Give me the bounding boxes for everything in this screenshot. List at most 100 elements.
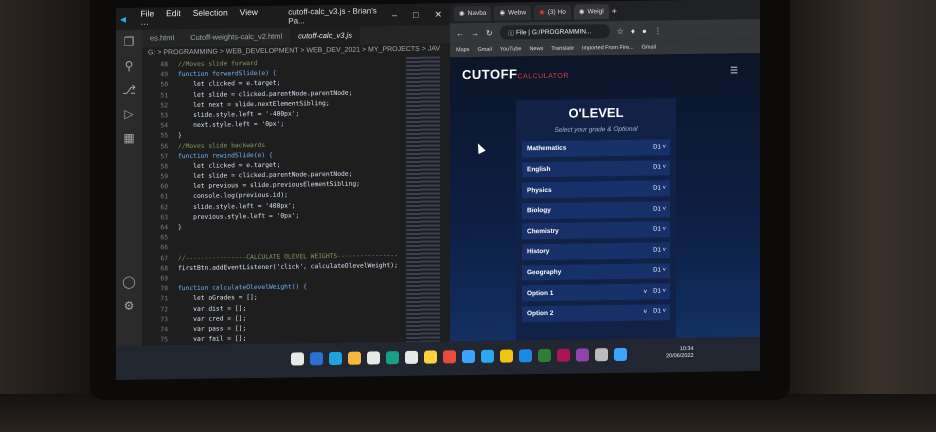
grade-select[interactable]: D1 ˅ (653, 165, 666, 171)
bookmark-item[interactable]: News (529, 46, 543, 52)
bookmark-item[interactable]: Maps (456, 47, 469, 53)
grade-select[interactable]: D1 ˅ (653, 268, 666, 274)
forward-icon[interactable]: → (471, 28, 479, 37)
bookmark-item[interactable]: YouTube (500, 46, 522, 52)
taskbar-app-icon[interactable] (595, 348, 608, 362)
maximize-icon[interactable]: □ (413, 9, 418, 20)
taskbar-app-icon[interactable] (329, 351, 342, 366)
olevel-panel: O'LEVEL Select your grade & Optional Mat… (516, 98, 676, 343)
grade-select[interactable]: D1 ˅ (653, 227, 666, 233)
reload-icon[interactable]: ↻ (486, 28, 493, 37)
window-controls: – □ ✕ (392, 9, 450, 21)
menu-edit[interactable]: Edit (166, 8, 181, 18)
taskbar-app-icon[interactable] (576, 348, 589, 362)
grade-value: D1 (653, 164, 661, 171)
subject-row: English D1 ˅ (522, 159, 670, 178)
laptop-screen: ◂ File Edit Selection View ··· cutoff-ca… (116, 0, 760, 381)
browser-tab[interactable]: ◉ (3) Ho (534, 4, 571, 20)
taskbar-app-icon[interactable] (310, 352, 323, 366)
grade-select[interactable]: D1 ˅ (653, 206, 666, 212)
browser-tab-label: Navba (467, 9, 487, 17)
chevron-down-icon: ˅ (660, 144, 666, 151)
code-editor[interactable]: 48//Moves slide forward 49 function forwar… (142, 57, 402, 346)
profile-avatar-icon[interactable]: ● (642, 26, 647, 35)
subject-select-chevron-icon[interactable]: ˅ (643, 288, 647, 295)
taskbar-app-icon[interactable] (462, 349, 475, 364)
search-icon[interactable]: ⚲ (116, 54, 142, 78)
browser-tab[interactable]: ◉ Webw (494, 4, 532, 21)
gear-icon[interactable]: ⚙ (116, 294, 142, 318)
taskbar-app-icon[interactable] (348, 351, 361, 365)
taskbar-app-icon[interactable] (405, 350, 418, 364)
grade-select[interactable]: D1 ˅ (653, 144, 666, 150)
new-tab-icon[interactable]: + (612, 6, 617, 16)
grade-select[interactable]: D1 ˅ (653, 288, 666, 295)
option-selects: ˅ D1 ˅ (643, 288, 666, 295)
close-icon[interactable]: ✕ (434, 9, 442, 20)
line-number: 51 (160, 91, 168, 99)
bookmark-item[interactable]: Imported From Fire... (582, 45, 634, 52)
bookmark-item[interactable]: Gmail (642, 44, 656, 50)
chevron-down-icon: ˅ (660, 205, 666, 213)
grade-value: D1 (653, 287, 661, 295)
brand-text: CUTOFF (462, 66, 518, 83)
taskbar-app-icon[interactable] (291, 352, 304, 366)
run-debug-icon[interactable]: ▷ (116, 102, 142, 126)
subject-select-chevron-icon[interactable]: ˅ (643, 309, 647, 316)
chevron-down-icon: ˅ (660, 226, 666, 233)
extensions-puzzle-icon[interactable]: ♦ (631, 26, 635, 35)
vscode-menu: File Edit Selection View ··· (140, 7, 271, 29)
grade-select[interactable]: D1 ˅ (653, 185, 666, 191)
browser-tab-active[interactable]: ◉ Weigl (573, 3, 609, 20)
taskbar-app-icon[interactable] (443, 350, 456, 364)
taskbar-app-icon[interactable] (500, 349, 513, 363)
menu-selection[interactable]: Selection (193, 7, 228, 17)
browser-menu-icon[interactable]: ⋮ (654, 26, 662, 35)
bookmark-item[interactable]: Gmail (477, 47, 491, 53)
taskbar-app-icon[interactable] (424, 350, 437, 364)
extensions-icon[interactable]: ▦ (116, 126, 142, 150)
menu-more[interactable]: ··· (140, 19, 149, 29)
line-number: 70 (160, 285, 168, 293)
code-text: next.style.left = '0px'; (178, 120, 285, 130)
grade-select[interactable]: D1 ˅ (653, 247, 666, 253)
account-icon[interactable]: ◯ (116, 270, 142, 294)
menu-view[interactable]: View (240, 7, 258, 17)
taskbar-app-icon[interactable] (614, 347, 627, 362)
tab-es-html[interactable]: es.html (142, 29, 182, 48)
taskbar-app-icon[interactable] (538, 348, 551, 363)
subject-row: Mathematics D1 ˅ (522, 139, 670, 158)
hamburger-menu-icon[interactable]: ☰ (730, 65, 738, 76)
subject-name: Chemistry (527, 227, 559, 236)
grade-value: D1 (653, 247, 661, 254)
minimap[interactable] (406, 56, 440, 342)
line-number: 68 (160, 265, 168, 273)
back-icon[interactable]: ← (456, 29, 464, 38)
tab-favicon-icon: ◉ (578, 8, 585, 16)
subject-name: History (527, 248, 550, 256)
chevron-down-icon: ˅ (660, 267, 666, 274)
line-number: 74 (160, 326, 168, 334)
system-clock[interactable]: 10:34 20/06/2022 (666, 346, 694, 360)
tab-favicon-icon: ◉ (499, 9, 506, 17)
tab-favicon-icon: ◉ (539, 9, 545, 17)
site-logo[interactable]: CUTOFFCALCULATOR (462, 66, 569, 82)
taskbar-app-icon[interactable] (367, 351, 380, 365)
taskbar-app-icon[interactable] (519, 349, 532, 363)
menu-file[interactable]: File (140, 8, 154, 18)
grade-select[interactable]: D1 ˅ (653, 308, 666, 315)
panel-title: O'LEVEL (568, 104, 624, 121)
taskbar-app-icon[interactable] (386, 351, 399, 365)
address-bar[interactable]: ⓘ File | G:/PROGRAMMIN... (499, 24, 610, 40)
taskbar-app-icon[interactable] (557, 348, 570, 362)
bookmark-item[interactable]: Translate (551, 46, 574, 52)
line-number: 59 (160, 173, 168, 181)
tab-cutoff-calc-js[interactable]: cutoff-calc_v3.js (290, 26, 360, 46)
minimize-icon[interactable]: – (392, 10, 397, 21)
taskbar-app-icon[interactable] (481, 349, 494, 363)
browser-tab[interactable]: ◉ Navba (454, 5, 492, 21)
source-control-icon[interactable]: ⎇ (116, 78, 142, 102)
explorer-icon[interactable]: ❐ (116, 30, 142, 54)
star-icon[interactable]: ☆ (617, 26, 624, 35)
tab-cutoff-weights-html[interactable]: Cutoff-weights-calc_v2.html (182, 28, 290, 48)
